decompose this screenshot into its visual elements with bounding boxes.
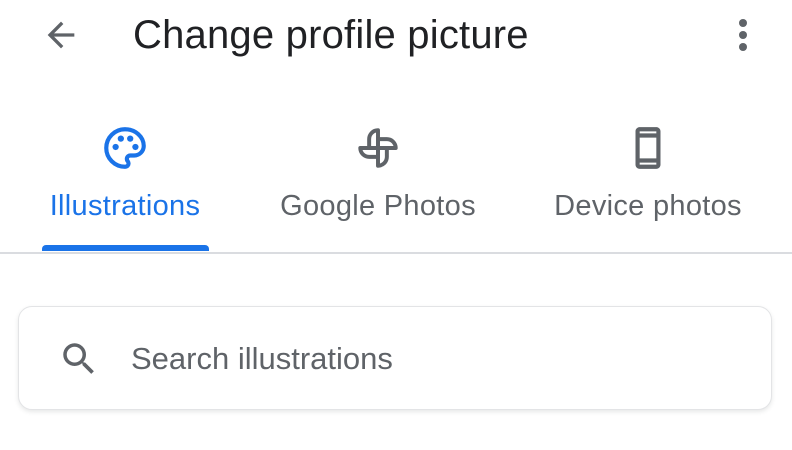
search-input[interactable] bbox=[131, 337, 731, 381]
tab-label: Illustrations bbox=[49, 190, 201, 222]
back-button[interactable] bbox=[36, 12, 86, 58]
palette-icon bbox=[97, 120, 153, 176]
more-options-button[interactable] bbox=[722, 12, 764, 58]
source-tabs: Illustrations Google Photos Device photo… bbox=[0, 100, 792, 254]
pinwheel-icon bbox=[350, 120, 406, 176]
tab-label: Device photos bbox=[554, 190, 742, 222]
search-bar[interactable] bbox=[18, 306, 772, 410]
tab-label: Google Photos bbox=[280, 190, 476, 222]
arrow-back-icon bbox=[47, 21, 75, 49]
tab-illustrations[interactable]: Illustrations bbox=[18, 100, 232, 254]
search-icon bbox=[57, 337, 101, 381]
tab-device-photos[interactable]: Device photos bbox=[530, 100, 766, 254]
more-vert-icon bbox=[739, 19, 747, 51]
page-title: Change profile picture bbox=[133, 13, 529, 57]
smartphone-icon bbox=[620, 120, 676, 176]
active-tab-indicator bbox=[42, 245, 209, 251]
top-app-bar: Change profile picture bbox=[0, 0, 792, 72]
tab-google-photos[interactable]: Google Photos bbox=[260, 100, 496, 254]
change-profile-picture-screen: Change profile picture Illustrations Goo… bbox=[0, 0, 792, 450]
tabs-divider bbox=[0, 252, 792, 254]
